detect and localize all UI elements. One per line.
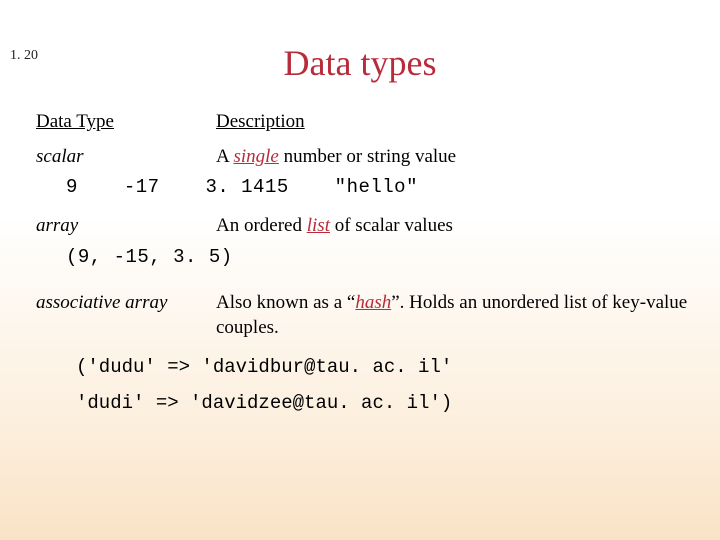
scalar-name: scalar	[36, 145, 216, 170]
array-example: (9, -15, 3. 5)	[66, 245, 690, 270]
assoc-desc: Also known as a “hash”. Holds an unorder…	[216, 291, 690, 340]
scalar-desc: A single number or string value	[216, 145, 690, 170]
scalar-ex-2: 3. 1415	[205, 175, 288, 200]
assoc-desc-pre: Also known as a “	[216, 292, 355, 313]
header-type: Data Type	[36, 110, 216, 135]
scalar-keyword: single	[233, 146, 278, 167]
array-desc-post: of scalar values	[330, 215, 453, 236]
header-row: Data Type Description	[36, 110, 690, 135]
scalar-examples: 9 -17 3. 1415 "hello"	[66, 175, 690, 200]
scalar-ex-3: "hello"	[335, 175, 418, 200]
header-desc: Description	[216, 110, 690, 135]
assoc-line-1: ('dudu' => 'davidbur@tau. ac. il'	[76, 349, 690, 385]
scalar-row: scalar A single number or string value	[36, 145, 690, 170]
scalar-ex-1: -17	[124, 175, 160, 200]
scalar-ex-0: 9	[66, 175, 78, 200]
array-name: array	[36, 214, 216, 239]
content-area: Data Type Description scalar A single nu…	[0, 110, 720, 421]
assoc-row: associative array Also known as a “hash”…	[36, 291, 690, 340]
scalar-desc-post: number or string value	[279, 146, 456, 167]
assoc-line-2: 'dudi' => 'davidzee@tau. ac. il')	[76, 385, 690, 421]
slide-number: 1. 20	[10, 48, 38, 64]
assoc-example: ('dudu' => 'davidbur@tau. ac. il' 'dudi'…	[76, 349, 690, 421]
array-keyword: list	[307, 215, 330, 236]
array-ex-0: (9, -15, 3. 5)	[66, 245, 233, 270]
array-desc-pre: An ordered	[216, 215, 307, 236]
assoc-name: associative array	[36, 291, 216, 340]
page-title: Data types	[0, 42, 720, 84]
assoc-keyword: hash	[355, 292, 391, 313]
scalar-desc-pre: A	[216, 146, 233, 167]
array-desc: An ordered list of scalar values	[216, 214, 690, 239]
array-row: array An ordered list of scalar values	[36, 214, 690, 239]
